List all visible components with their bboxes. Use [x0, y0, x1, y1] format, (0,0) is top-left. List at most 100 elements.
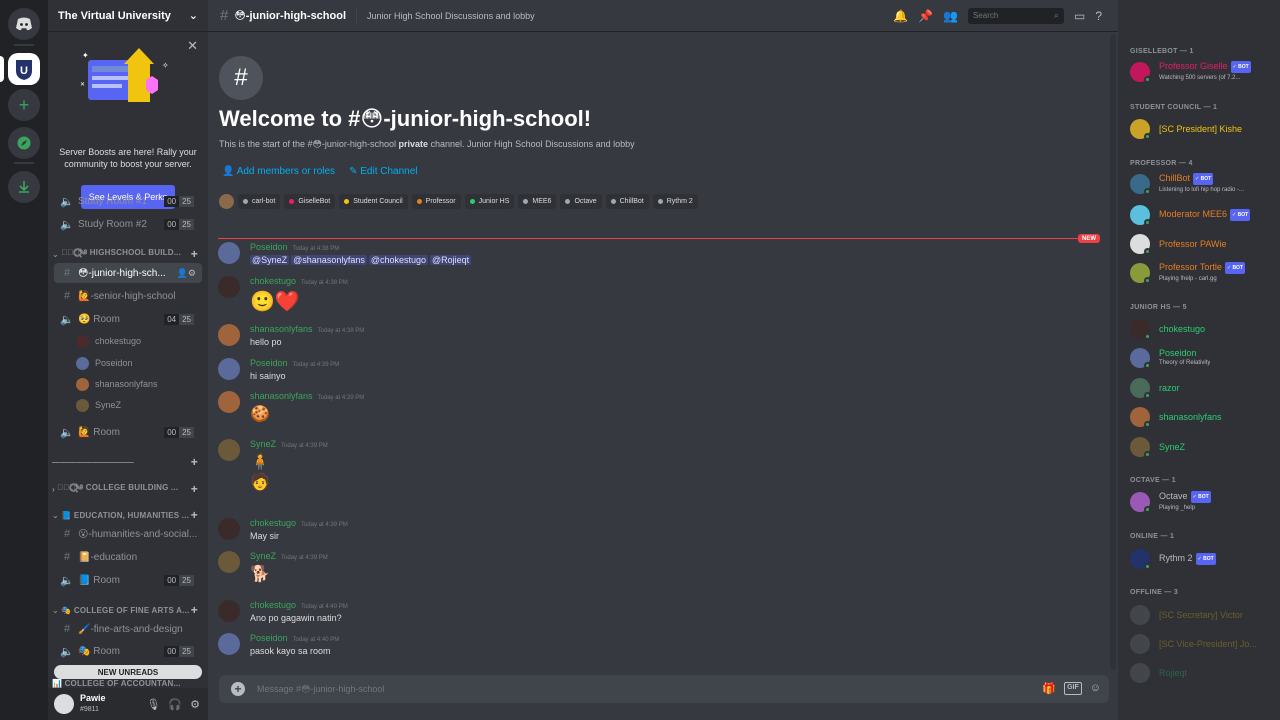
add-attachment-icon[interactable]: +: [231, 682, 245, 696]
text-channel-education[interactable]: # 📔-education: [54, 547, 202, 567]
download-icon[interactable]: [8, 171, 40, 203]
member-item[interactable]: chokestugo: [1130, 317, 1276, 341]
message-author[interactable]: chokestugo: [250, 600, 296, 610]
member-item[interactable]: ChillBot ✓ BOT Listening to lofi hip hop r…: [1130, 172, 1276, 196]
message-author[interactable]: chokestugo: [250, 276, 296, 286]
voice-channel-edu-room[interactable]: 🔈 📘 Room 00 25: [54, 570, 202, 590]
member-item[interactable]: Professor Tortle ✓ BOT Playing !help - car…: [1130, 261, 1276, 285]
message-author[interactable]: chokestugo: [250, 518, 296, 528]
voice-user[interactable]: chokestugo: [76, 332, 141, 350]
category-education[interactable]: ⌄ 📘 EDUCATION, HUMANITIES ... +: [52, 508, 204, 522]
role-chip[interactable]: Professor: [411, 194, 461, 209]
member-item[interactable]: Moderator MEE6 ✓ BOT: [1130, 203, 1276, 227]
message-author[interactable]: SyneZ: [250, 551, 276, 561]
channel-topic[interactable]: Junior High School Discussions and lobby: [367, 11, 535, 21]
member-item[interactable]: razor: [1130, 376, 1276, 400]
member-item[interactable]: Rojieqt: [1130, 661, 1276, 685]
voice-user[interactable]: SyneZ: [76, 396, 121, 414]
deafen-icon[interactable]: 🎧: [168, 698, 182, 711]
server-icon-virtual-university[interactable]: U: [8, 53, 40, 85]
text-channel-junior-high-school[interactable]: # 😳-junior-high-sch... 👤⚙: [54, 263, 202, 283]
close-icon[interactable]: ✕: [187, 38, 198, 54]
inbox-icon[interactable]: ▭: [1074, 9, 1085, 23]
gift-icon[interactable]: 🎁: [1042, 682, 1056, 695]
voice-channel-room-2[interactable]: 🔈 🙋 Room 00 25: [54, 422, 202, 442]
member-item[interactable]: [SC Secretary] Victor: [1130, 603, 1276, 627]
server-header[interactable]: The Virtual University ⌄: [48, 0, 208, 32]
avatar[interactable]: [218, 633, 240, 655]
avatar[interactable]: [218, 600, 240, 622]
role-chip[interactable]: carl-bot: [238, 194, 281, 209]
avatar[interactable]: [218, 551, 240, 573]
explore-icon[interactable]: [8, 127, 40, 159]
avatar[interactable]: [218, 324, 240, 346]
member-item[interactable]: Poseidon Theory of Relativity: [1130, 346, 1276, 370]
category-fine-arts[interactable]: ⌄ 🎭 COLLEGE OF FINE ARTS A... +: [52, 603, 204, 617]
members-icon[interactable]: 👥: [943, 9, 958, 23]
member-item[interactable]: [SC President] Kishe: [1130, 117, 1276, 141]
add-channel-icon[interactable]: +: [191, 455, 198, 469]
avatar[interactable]: [218, 358, 240, 380]
member-item[interactable]: SyneZ: [1130, 435, 1276, 459]
text-channel-senior-high-school[interactable]: # 🙋-senior-high-school: [54, 286, 202, 306]
message-author[interactable]: Poseidon: [250, 358, 288, 368]
member-item[interactable]: Professor Giselle ✓ BOT Watching 500 serve…: [1130, 60, 1276, 84]
add-channel-icon[interactable]: +: [191, 247, 198, 261]
add-channel-icon[interactable]: +: [191, 482, 198, 496]
add-channel-icon[interactable]: +: [191, 508, 198, 522]
discord-home-icon[interactable]: [8, 8, 40, 40]
voice-channel-study-room-1[interactable]: 🔈 Study Room #1 00 25: [54, 191, 202, 211]
voice-user[interactable]: Poseidon: [76, 354, 133, 372]
add-server-icon[interactable]: +: [8, 89, 40, 121]
member-item[interactable]: [SC Vice-President] Jo...: [1130, 632, 1276, 656]
user-mention[interactable]: @chokestugo: [368, 255, 429, 265]
message-author[interactable]: SyneZ: [250, 439, 276, 449]
emoji-icon[interactable]: ☺: [1090, 682, 1101, 695]
role-chip[interactable]: ChillBot: [605, 194, 649, 209]
user-info[interactable]: Pawie #9811: [80, 693, 106, 715]
user-mention[interactable]: @Rojieqt: [430, 255, 472, 265]
role-chip[interactable]: Junior HS: [464, 194, 515, 209]
gif-icon[interactable]: GIF: [1064, 682, 1082, 695]
settings-icon[interactable]: 👤⚙: [177, 268, 196, 279]
add-members-button[interactable]: 👤 Add members or roles: [222, 166, 335, 177]
bell-icon[interactable]: 🔔: [893, 9, 908, 23]
avatar[interactable]: [218, 391, 240, 413]
message-author[interactable]: shanasonlyfans: [250, 324, 313, 334]
category-divider[interactable]: —————————— +: [52, 455, 204, 469]
role-chip[interactable]: Rythm 2: [652, 194, 698, 209]
message-composer[interactable]: + Message #😳-junior-high-school 🎁 GIF ☺: [219, 675, 1109, 703]
category-college-building[interactable]: › ✧ཻུ۪⃝⃟༄ COLLEGE BUILDING ... +: [52, 482, 204, 496]
message-author[interactable]: Poseidon: [250, 633, 288, 643]
voice-channel-arts-room[interactable]: 🔈 🎭 Room 00 25: [54, 641, 202, 661]
avatar[interactable]: [218, 276, 240, 298]
voice-channel-room-1[interactable]: 🔈 🥺 Room 04 25: [54, 309, 202, 329]
pin-icon[interactable]: 📌: [918, 9, 933, 23]
edit-channel-button[interactable]: ✎ Edit Channel: [349, 166, 417, 177]
message-author[interactable]: shanasonlyfans: [250, 391, 313, 401]
user-mention[interactable]: @SyneZ: [250, 255, 290, 265]
role-chip[interactable]: Octave: [560, 194, 602, 209]
text-channel-humanities[interactable]: # 😮-humanities-and-social...: [54, 524, 202, 544]
message-author[interactable]: Poseidon: [250, 242, 288, 252]
user-mention[interactable]: @shanasonlyfans: [291, 255, 367, 265]
help-icon[interactable]: ?: [1095, 9, 1102, 23]
search-input[interactable]: Search ⌕: [967, 8, 1064, 24]
category-highschool[interactable]: ⌄ ✧ཻུ۪⃝⃟༄ HIGHSCHOOL BUILD... +: [52, 247, 204, 261]
member-item[interactable]: Rythm 2 ✓ BOT: [1130, 547, 1276, 571]
gear-icon[interactable]: ⚙: [190, 698, 200, 711]
new-unreads-button[interactable]: NEW UNREADS: [54, 665, 202, 679]
mute-icon[interactable]: 🎙: [146, 698, 160, 711]
text-channel-fine-arts[interactable]: # 🖌️-fine-arts-and-design: [54, 619, 202, 639]
scrollbar[interactable]: [1110, 34, 1116, 670]
user-avatar[interactable]: [54, 694, 74, 714]
role-chip[interactable]: MEE6: [518, 194, 557, 209]
member-item[interactable]: Octave ✓ BOT Playing _help: [1130, 490, 1276, 514]
role-chip[interactable]: GiselleBot: [284, 194, 336, 209]
avatar[interactable]: [218, 439, 240, 461]
member-item[interactable]: Professor PAWie: [1130, 232, 1276, 256]
voice-channel-study-room-2[interactable]: 🔈 Study Room #2 00 25: [54, 214, 202, 234]
add-channel-icon[interactable]: +: [191, 603, 198, 617]
voice-user[interactable]: shanasonlyfans: [76, 375, 158, 393]
avatar[interactable]: [218, 242, 240, 264]
